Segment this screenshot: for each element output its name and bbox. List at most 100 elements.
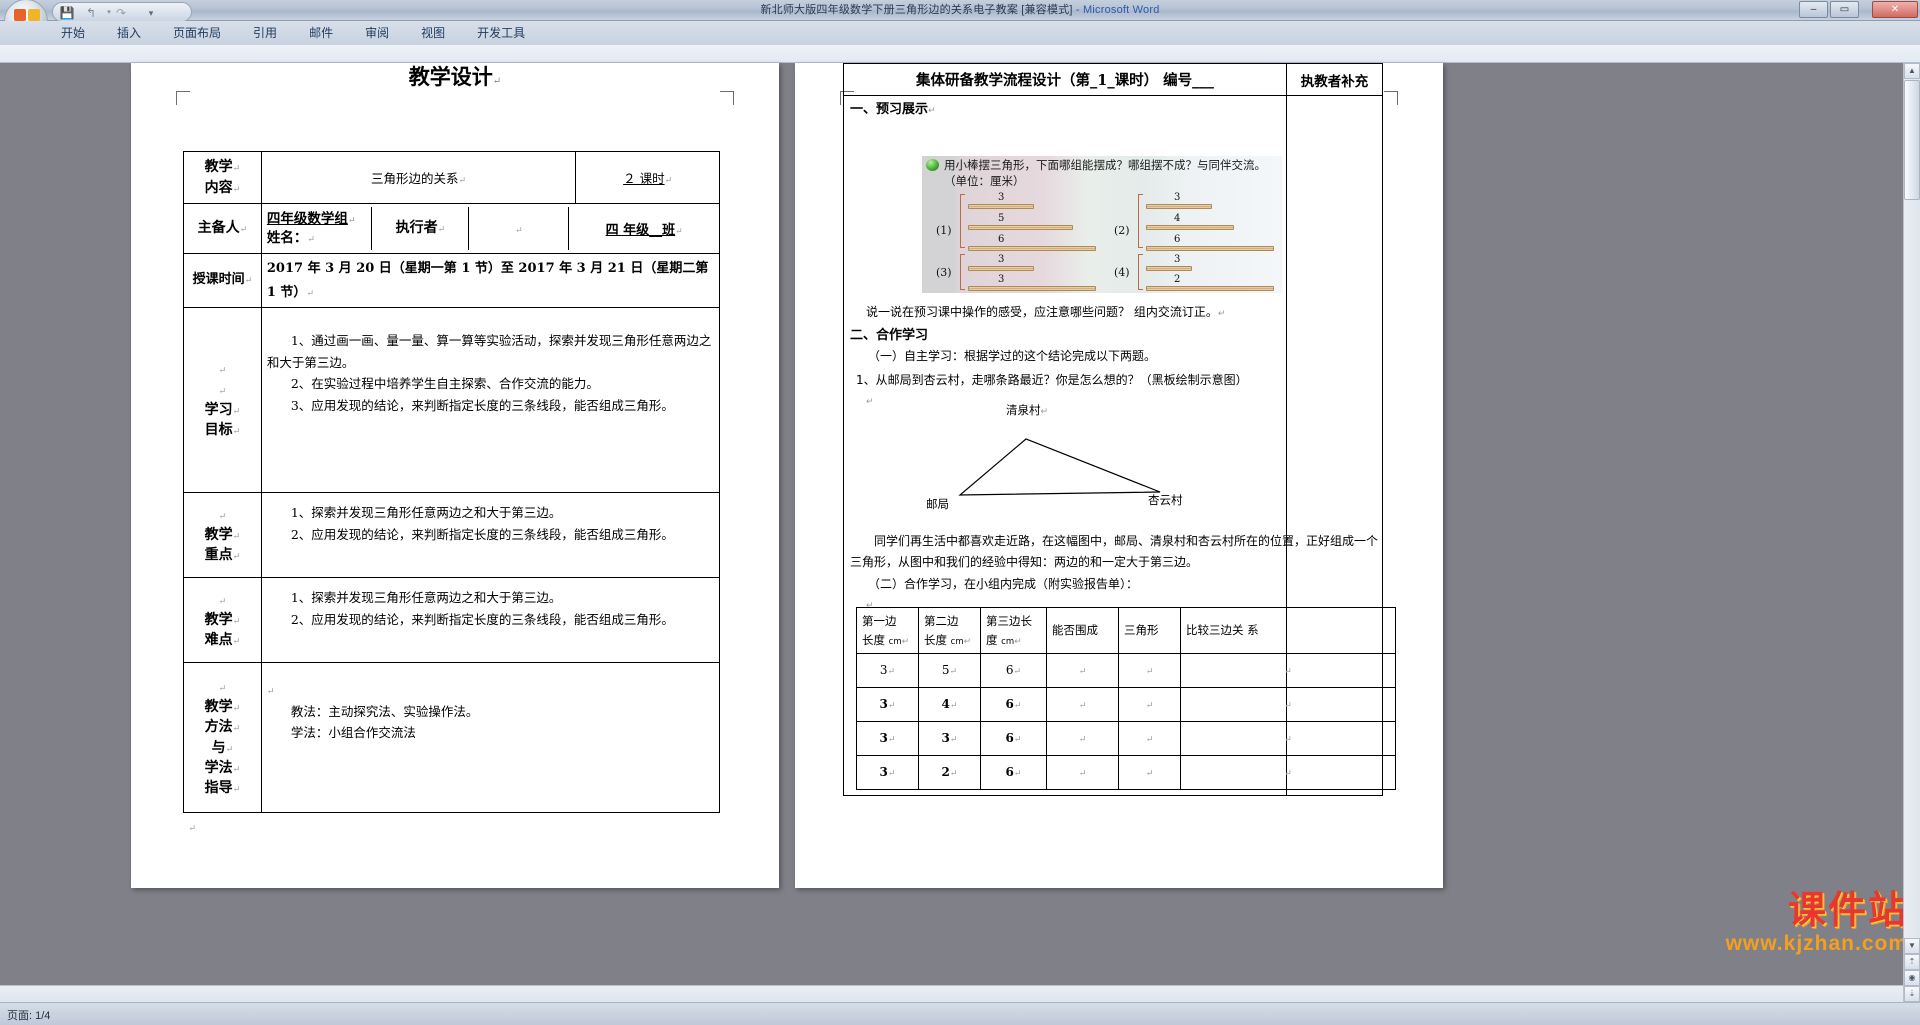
cell-r1-side3[interactable]: 6↵ xyxy=(980,653,1047,689)
cell-r4-side3[interactable]: 6↵ xyxy=(980,755,1047,791)
page-title: 教学设计↵ xyxy=(131,61,779,91)
status-bar: 页面: 1/4 xyxy=(0,1002,1920,1025)
cell-r3-side2[interactable]: 3↵ xyxy=(918,721,981,757)
table-row[interactable]: 3↵ 2↵ 6↵ ↵ ↵ ↵ xyxy=(856,755,1396,791)
cell-r3-side3[interactable]: 6↵ xyxy=(980,721,1047,757)
table-row: 一、预习展示↵ 用小棒摆三角形，下面哪组能摆成？哪组摆不成？与同伴交流。 （单位… xyxy=(843,95,1396,796)
blank-paragraph-mark: ↵ xyxy=(866,397,874,407)
col-header-triangle: 三角形 xyxy=(1118,606,1181,655)
tab-view[interactable]: 视图 xyxy=(405,22,461,44)
table-row: ↵ 教学↵ 难点↵ 1、探索并发现三角形任意两边之和大于第三边。 2、应用发现的结论… xyxy=(183,577,721,663)
minimize-button[interactable]: – xyxy=(1799,1,1828,18)
scroll-down-icon[interactable]: ▼ xyxy=(1904,938,1920,954)
group-1-stick-3 xyxy=(968,246,1096,251)
cell-time-label: 授课时间↵ xyxy=(183,253,262,308)
tab-mailings[interactable]: 邮件 xyxy=(293,22,349,44)
scrollbar-thumb[interactable] xyxy=(1904,80,1920,200)
cell-method-value[interactable]: ↵ 教法：主动探究法、实验操作法。 学法：小组合作交流法 xyxy=(260,662,721,813)
maximize-button[interactable]: ▭ xyxy=(1830,1,1859,18)
cell-r4-side2[interactable]: 2↵ xyxy=(918,755,981,791)
cell-r4-compare[interactable]: ↵ xyxy=(1180,755,1396,791)
section-2-heading-text: 二、合作学习 xyxy=(850,328,929,343)
vertical-scrollbar[interactable]: ▲ ▼ ⇡ ◉ ⇣ xyxy=(1903,63,1920,1002)
cell-r2-can-form[interactable]: ↵ xyxy=(1046,687,1119,723)
save-icon[interactable]: 💾 xyxy=(57,5,77,21)
cell-r1-side2[interactable]: 5↵ xyxy=(918,653,981,689)
table-row[interactable]: 3↵ 5↵ 6↵ ↵ ↵ ↵ xyxy=(856,653,1396,689)
tab-insert[interactable]: 插入 xyxy=(101,22,157,44)
scroll-up-icon[interactable]: ▲ xyxy=(1904,63,1920,79)
cell-r3-triangle[interactable]: ↵ xyxy=(1118,721,1181,757)
after-illustration-note: 说一说在预习课中操作的感受，应注意哪些问题？ 组内交流订正。↵ xyxy=(866,305,1226,319)
margin-mark-top-right xyxy=(720,91,734,105)
col-header-side2: 第二边 长度 cm↵ xyxy=(918,606,981,655)
section-2a-label: （一）自主学习：根据学过的这个结论完成以下两题。 xyxy=(868,347,1156,366)
window-title-document: 新北师大版四年级数学下册三角形边的关系电子教案 [兼容模式] xyxy=(760,4,1073,16)
cell-r4-triangle[interactable]: ↵ xyxy=(1118,755,1181,791)
tab-home[interactable]: 开始 xyxy=(45,22,101,44)
tab-review[interactable]: 审阅 xyxy=(349,22,405,44)
cell-difficulty-value[interactable]: 1、探索并发现三角形任意两边之和大于第三边。 2、应用发现的结论，来判断指定长度… xyxy=(260,577,721,663)
group-4-stick-3 xyxy=(1146,286,1274,291)
cell-author-value[interactable]: 四年级数学组↵ 姓名：↵ xyxy=(261,207,373,250)
cell-r1-triangle[interactable]: ↵ xyxy=(1118,653,1181,689)
experiment-report-table: 第一边长度 cm↵ 第二边长度 cm↵ 第三边长度 cm↵ 能否围成 三角形 xyxy=(856,606,1396,791)
cell-r1-can-form[interactable]: ↵ xyxy=(1046,653,1119,689)
redo-icon[interactable]: ↷ xyxy=(111,5,131,21)
table-row: 授课时间↵ 2017 年 3 月 20 日（星期一第 1 节）至 2017 年 … xyxy=(183,253,721,308)
tab-developer[interactable]: 开发工具 xyxy=(461,22,541,44)
cell-content-label: 教学↵ 内容↵ xyxy=(183,151,262,204)
cell-r2-side3[interactable]: 6↵ xyxy=(980,687,1047,723)
cell-goal-value[interactable]: 1、通过画一画、量一量、算一算等实验活动，探索并发现三角形任意两边之和大于第三边… xyxy=(260,307,721,493)
cell-r2-side1[interactable]: 3↵ xyxy=(856,687,919,723)
cell-executor-value[interactable]: ↵ xyxy=(468,207,570,250)
status-page-indicator[interactable]: 页面: 1/4 xyxy=(7,1007,50,1023)
previous-page-icon[interactable]: ⇡ xyxy=(1904,954,1920,970)
table-row: 主备人↵ 四年级数学组↵ 姓名：↵ 执行者↵ ↵ 四 年级__班↵ xyxy=(183,203,721,254)
cell-r1-compare[interactable]: ↵ xyxy=(1180,653,1396,689)
map-label-top: 清泉村↵ xyxy=(1006,403,1049,417)
cell-content-value[interactable]: 三角形边的关系↵ xyxy=(260,151,577,204)
document-page-2[interactable]: 集体研备教学流程设计（第_1_课时） 编号___ 执教者补充 一、预习展示↵ 用… xyxy=(795,63,1443,888)
cell-r2-side2[interactable]: 4↵ xyxy=(918,687,981,723)
group-3-stick-1 xyxy=(968,266,1034,271)
grade-value-text: 四 年级__班 xyxy=(605,223,676,238)
quick-access-group: 💾 ↰ ▾ ↷ ▾ xyxy=(52,2,192,22)
document-page-1[interactable]: 教学设计↵ 教学↵ 内容↵ 三角形边的关系↵ ２ 课时↵ 主备人↵ 四年级数学组… xyxy=(131,63,779,888)
col-header-side1: 第一边 长度 cm↵ xyxy=(856,606,919,655)
cell-r3-side1[interactable]: 3↵ xyxy=(856,721,919,757)
cell-grade-value[interactable]: 四 年级__班↵ xyxy=(569,207,719,249)
illustration-line-2: （单位：厘米） xyxy=(944,174,1025,188)
close-button[interactable]: ✕ xyxy=(1872,1,1918,18)
time-value-text: 2017 年 3 月 20 日（星期一第 1 节）至 2017 年 3 月 21… xyxy=(266,261,709,300)
focus-item-1: 1、探索并发现三角形任意两边之和大于第三边。 xyxy=(290,505,562,520)
cell-focus-value[interactable]: 1、探索并发现三角形任意两边之和大于第三边。 2、应用发现的结论，来判断指定长度… xyxy=(260,492,721,578)
cell-r4-can-form[interactable]: ↵ xyxy=(1046,755,1119,791)
cell-r2-triangle[interactable]: ↵ xyxy=(1118,687,1181,723)
ribbon-tabs: 开始 插入 页面布局 引用 邮件 审阅 视图 开发工具 xyxy=(45,21,541,45)
tab-page-layout[interactable]: 页面布局 xyxy=(157,22,237,44)
cell-time-value[interactable]: 2017 年 3 月 20 日（星期一第 1 节）至 2017 年 3 月 21… xyxy=(260,253,721,308)
group-4-brace-icon xyxy=(1138,254,1143,290)
cell-r2-compare[interactable]: ↵ xyxy=(1180,687,1396,723)
customize-quick-access-icon[interactable]: ▾ xyxy=(141,5,161,21)
table-row[interactable]: 3↵ 3↵ 6↵ ↵ ↵ ↵ xyxy=(856,721,1396,757)
process-body-cell[interactable]: 一、预习展示↵ 用小棒摆三角形，下面哪组能摆成？哪组摆不成？与同伴交流。 （单位… xyxy=(843,95,1396,796)
cell-r3-can-form[interactable]: ↵ xyxy=(1046,721,1119,757)
process-design-table: 集体研备教学流程设计（第_1_课时） 编号___ 执教者补充 一、预习展示↵ 用… xyxy=(843,63,1396,796)
cell-goal-label: ↵ ↵ 学习↵ 目标↵ xyxy=(183,307,262,493)
tab-references[interactable]: 引用 xyxy=(237,22,293,44)
cell-r4-side1[interactable]: 3↵ xyxy=(856,755,919,791)
next-page-icon[interactable]: ⇣ xyxy=(1904,986,1920,1002)
cell-periods-value[interactable]: ２ 课时↵ xyxy=(575,151,720,204)
undo-icon[interactable]: ↰ xyxy=(81,5,101,21)
select-browse-object-icon[interactable]: ◉ xyxy=(1904,970,1920,986)
horizontal-scrollbar[interactable] xyxy=(0,985,1903,1002)
table-row[interactable]: 3↵ 4↵ 6↵ ↵ ↵ ↵ xyxy=(856,687,1396,723)
cell-r1-side1[interactable]: 3↵ xyxy=(856,653,919,689)
cell-focus-label: ↵ 教学↵ 重点↵ xyxy=(183,492,262,578)
group-3-brace-icon xyxy=(960,254,965,290)
cell-r3-compare[interactable]: ↵ xyxy=(1180,721,1396,757)
table-row: ↵ 教学↵ 方法↵ 与↵ 学法↵ 指导↵ ↵ 教法：主动探究法、实验操作法。 学法：小组合… xyxy=(183,662,721,813)
time-label-text: 授课时间 xyxy=(192,272,245,288)
